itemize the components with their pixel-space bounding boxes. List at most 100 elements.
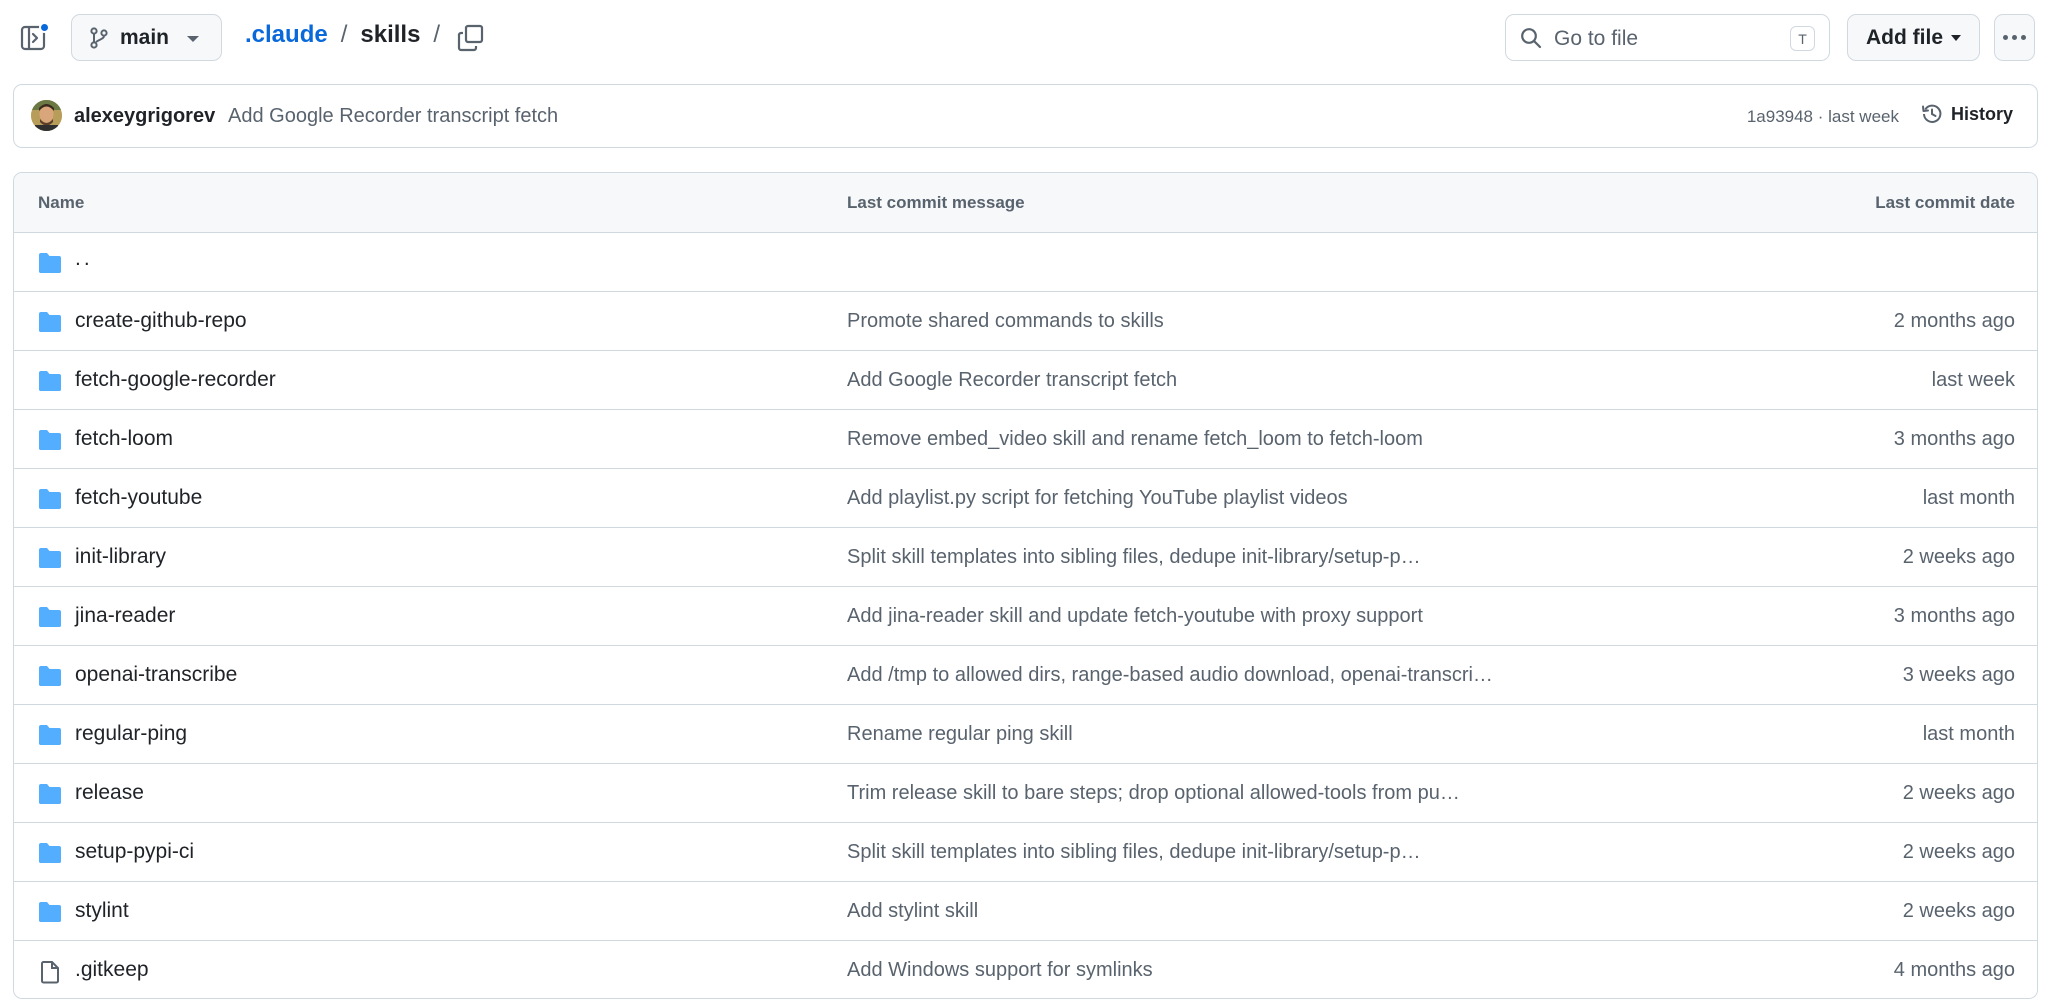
row-commit-date: 3 months ago — [1893, 428, 2015, 450]
folder-icon — [38, 665, 62, 687]
folder-name-link[interactable]: fetch-loom — [75, 427, 173, 451]
table-row[interactable]: .gitkeep Add Windows support for symlinks… — [14, 941, 2037, 998]
git-branch-icon — [90, 26, 108, 49]
file-table: Name Last commit message Last commit dat… — [13, 172, 2038, 999]
more-options-button[interactable] — [1994, 14, 2035, 61]
table-row[interactable]: stylint Add stylint skill 2 weeks ago — [14, 882, 2037, 941]
commit-hash-link[interactable]: 1a93948 — [1747, 107, 1813, 126]
row-commit-message-link[interactable]: Split skill templates into sibling files… — [847, 546, 1421, 569]
table-row[interactable]: fetch-google-recorder Add Google Recorder… — [14, 351, 2037, 410]
row-commit-date: last month — [1922, 487, 2015, 509]
breadcrumb: .claude / skills / — [245, 21, 453, 49]
folder-name-link[interactable]: fetch-google-recorder — [75, 368, 276, 392]
file-icon — [38, 960, 62, 984]
row-commit-message-link[interactable]: Add playlist.py script for fetching YouT… — [847, 487, 1348, 510]
folder-icon — [38, 370, 62, 392]
folder-icon — [38, 429, 62, 451]
copy-icon — [457, 24, 484, 52]
row-commit-date: 2 weeks ago — [1902, 841, 2015, 863]
row-commit-message-link[interactable]: Trim release skill to bare steps; drop o… — [847, 782, 1460, 805]
row-commit-date: last week — [1931, 369, 2015, 391]
folder-name-link[interactable]: jina-reader — [75, 604, 175, 628]
row-commit-date: 2 weeks ago — [1902, 900, 2015, 922]
notification-dot — [39, 22, 50, 33]
history-icon — [1921, 104, 1942, 123]
commit-message-link[interactable]: Add Google Recorder transcript fetch — [228, 105, 558, 128]
copy-path-button[interactable] — [456, 23, 486, 53]
add-file-label: Add file — [1866, 25, 1943, 49]
row-commit-date: 2 months ago — [1893, 310, 2015, 332]
row-commit-date: 4 months ago — [1893, 959, 2015, 981]
row-commit-message-link[interactable]: Remove embed_video skill and rename fetc… — [847, 428, 1423, 451]
commit-author-link[interactable]: alexeygrigorev — [74, 105, 215, 128]
row-commit-message-link[interactable]: Add Google Recorder transcript fetch — [847, 369, 1177, 392]
expand-file-tree-button[interactable] — [20, 22, 50, 52]
row-commit-message-link[interactable]: Rename regular ping skill — [847, 723, 1073, 746]
table-header: Name Last commit message Last commit dat… — [14, 173, 2037, 233]
row-commit-date: 3 weeks ago — [1902, 664, 2015, 686]
folder-icon — [38, 724, 62, 746]
row-commit-message-link[interactable]: Split skill templates into sibling files… — [847, 841, 1421, 864]
folder-name-link[interactable]: stylint — [75, 899, 129, 923]
folder-icon — [38, 488, 62, 510]
table-row[interactable]: fetch-loom Remove embed_video skill and r… — [14, 410, 2037, 469]
folder-name-link[interactable]: init-library — [75, 545, 166, 569]
folder-icon — [38, 783, 62, 805]
breadcrumb-separator: / — [433, 21, 441, 48]
row-commit-message-link[interactable]: Add jina-reader skill and update fetch-y… — [847, 605, 1423, 628]
add-file-button[interactable]: Add file — [1847, 14, 1980, 61]
table-row[interactable]: fetch-youtube Add playlist.py script for … — [14, 469, 2037, 528]
row-commit-message-link[interactable]: Add /tmp to allowed dirs, range-based au… — [847, 664, 1493, 687]
commit-time: last week — [1828, 107, 1899, 126]
table-row[interactable]: jina-reader Add jina-reader skill and upd… — [14, 587, 2037, 646]
folder-name-link[interactable]: openai-transcribe — [75, 663, 237, 687]
commit-meta: 1a93948 · last week — [1747, 107, 1899, 127]
folder-icon — [38, 311, 62, 333]
history-label: History — [1950, 103, 2013, 124]
row-commit-date: last month — [1922, 723, 2015, 745]
row-commit-message-link[interactable]: Add Windows support for symlinks — [847, 959, 1153, 982]
row-commit-message-link[interactable]: Add stylint skill — [847, 900, 978, 923]
history-button[interactable]: History — [1921, 103, 2013, 125]
meta-separator: · — [1813, 107, 1829, 126]
triangle-down-icon — [1951, 34, 1961, 41]
column-header-name: Name — [38, 193, 85, 212]
column-header-commit-date: Last commit date — [1875, 193, 2015, 212]
folder-name-link[interactable]: setup-pypi-ci — [75, 840, 194, 864]
branch-name: main — [120, 25, 170, 49]
avatar-image — [31, 100, 62, 131]
file-name-link[interactable]: .gitkeep — [75, 958, 149, 982]
go-to-file-input[interactable]: Go to file T — [1505, 14, 1830, 61]
breadcrumb-separator: / — [340, 21, 348, 48]
table-row[interactable]: release Trim release skill to bare steps;… — [14, 764, 2037, 823]
row-commit-date: 3 months ago — [1893, 605, 2015, 627]
folder-name-link[interactable]: .. — [75, 247, 93, 271]
parent-directory-row[interactable]: .. — [14, 233, 2037, 292]
kebab-horizontal-icon — [2003, 35, 2026, 40]
table-row[interactable]: setup-pypi-ci Split skill templates into … — [14, 823, 2037, 882]
latest-commit-bar: alexeygrigorev Add Google Recorder trans… — [13, 84, 2038, 148]
repo-toolbar: main .claude / skills / Go to file T Add… — [0, 0, 2048, 76]
search-icon — [1521, 28, 1542, 49]
row-commit-date: 2 weeks ago — [1902, 546, 2015, 568]
table-row[interactable]: openai-transcribe Add /tmp to allowed dir… — [14, 646, 2037, 705]
row-commit-date: 2 weeks ago — [1902, 782, 2015, 804]
avatar[interactable] — [31, 100, 62, 131]
folder-name-link[interactable]: release — [75, 781, 144, 805]
folder-name-link[interactable]: regular-ping — [75, 722, 187, 746]
folder-name-link[interactable]: create-github-repo — [75, 309, 247, 333]
column-header-commit-message: Last commit message — [847, 193, 1025, 212]
folder-icon — [38, 901, 62, 923]
folder-icon — [38, 252, 62, 274]
branch-selector-button[interactable]: main — [71, 14, 222, 61]
breadcrumb-root-link[interactable]: .claude — [245, 21, 328, 49]
breadcrumb-current: skills — [360, 21, 421, 48]
chevron-down-icon — [187, 36, 199, 42]
table-row[interactable]: regular-ping Rename regular ping skill las… — [14, 705, 2037, 764]
table-row[interactable]: init-library Split skill templates into s… — [14, 528, 2037, 587]
folder-icon — [38, 547, 62, 569]
table-row[interactable]: create-github-repo Promote shared command… — [14, 292, 2037, 351]
keyboard-shortcut-hint: T — [1790, 26, 1815, 51]
folder-name-link[interactable]: fetch-youtube — [75, 486, 202, 510]
row-commit-message-link[interactable]: Promote shared commands to skills — [847, 310, 1164, 333]
